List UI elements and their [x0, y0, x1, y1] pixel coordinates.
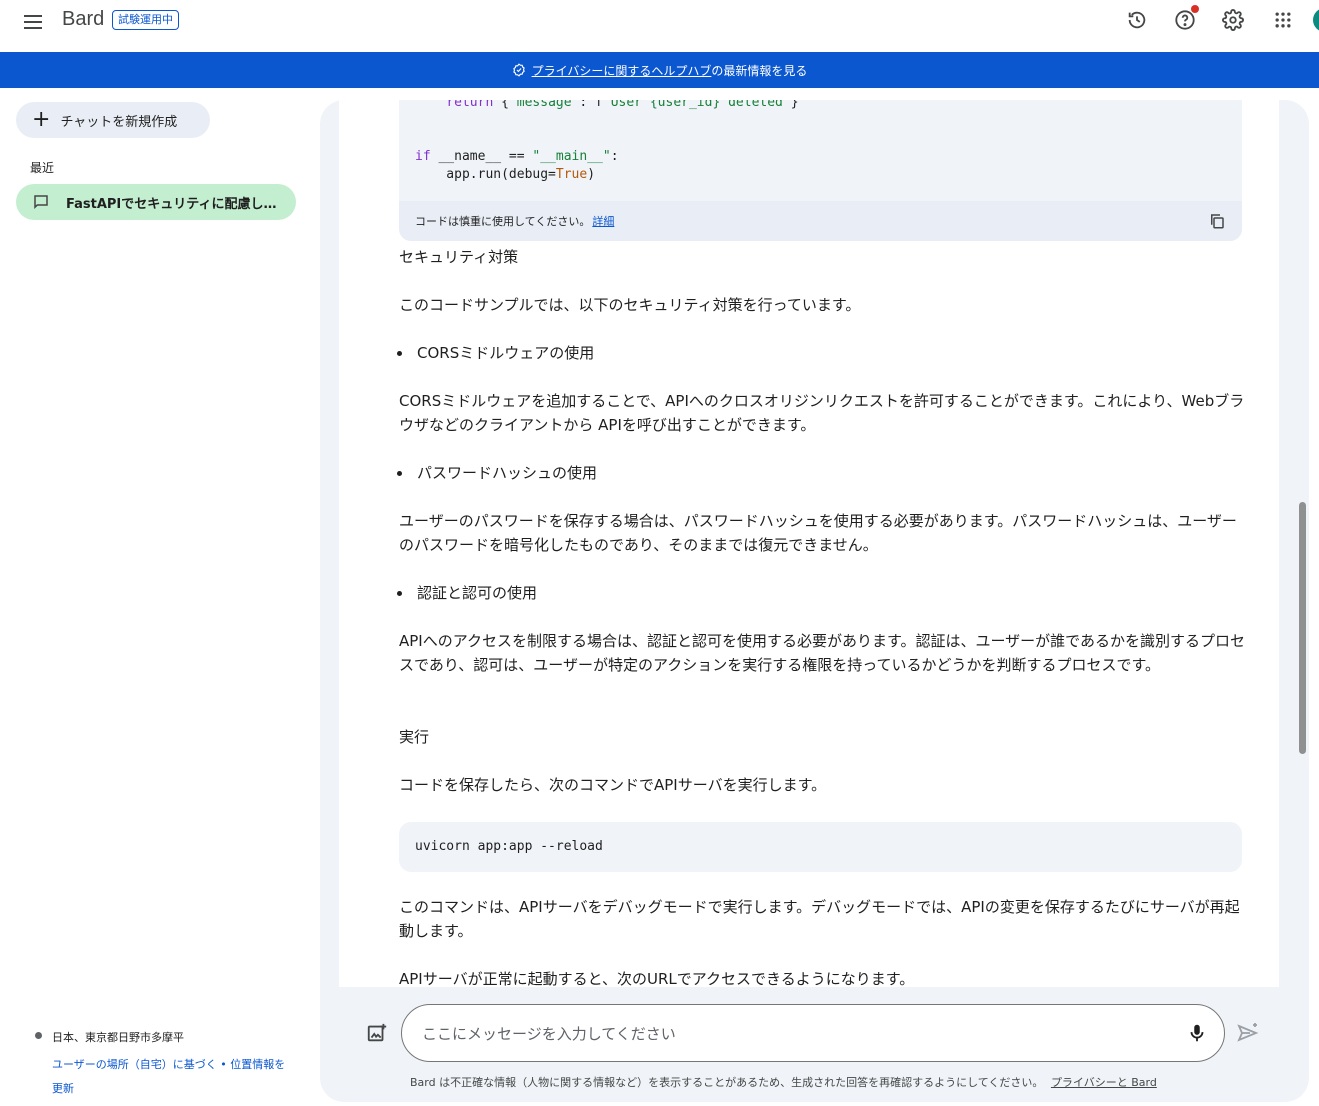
- new-chat-button[interactable]: + チャットを新規作成: [16, 102, 210, 138]
- main-menu-button[interactable]: [24, 10, 48, 34]
- notification-dot: [1191, 5, 1199, 13]
- check-badge-icon: [512, 63, 525, 77]
- privacy-bard-link[interactable]: プライバシーと Bard: [1051, 1076, 1157, 1089]
- privacy-hub-link[interactable]: プライバシーに関するヘルプハブ: [532, 62, 712, 79]
- top-app-bar: Bard 試験運用中: [0, 0, 1319, 52]
- account-avatar[interactable]: [1313, 8, 1319, 32]
- plus-icon: +: [32, 107, 51, 132]
- location-dot-icon: [35, 1032, 42, 1039]
- help-button[interactable]: [1173, 5, 1199, 32]
- message-input-container: [401, 1004, 1225, 1062]
- image-upload-icon[interactable]: [366, 1022, 388, 1044]
- chat-bubble-icon: [34, 195, 48, 210]
- settings-button[interactable]: [1221, 8, 1245, 32]
- brand-logo[interactable]: Bard: [62, 8, 104, 31]
- copy-icon[interactable]: [1208, 212, 1226, 230]
- new-chat-label: チャットを新規作成: [60, 114, 178, 130]
- code-footer: コードは慎重に使用してください。 詳細: [399, 201, 1242, 241]
- recent-chat-item[interactable]: FastAPIでセキュリティに配慮したAPI: [16, 184, 296, 220]
- bullet-auth: 認証と認可の使用: [396, 581, 537, 605]
- paragraph-password-hash: ユーザーのパスワードを保存する場合は、パスワードハッシュを使用する必要があります…: [399, 512, 1237, 554]
- code-caution-text: コードは慎重に使用してください。: [415, 215, 591, 228]
- bullet-cors: CORSミドルウェアの使用: [396, 341, 594, 365]
- paragraph-intro: このコードサンプルでは、以下のセキュリティ対策を行っています。: [399, 296, 861, 314]
- paragraph-debug-mode: このコマンドは、APIサーバをデバッグモードで実行します。デバッグモードでは、A…: [399, 898, 1240, 940]
- code-content: return {"message": f"User {user_id} dele…: [415, 100, 799, 182]
- run-command-code: uvicorn app:app --reload: [415, 839, 603, 854]
- menu-icon: [24, 15, 42, 17]
- bullet-password-hash: パスワードハッシュの使用: [396, 461, 597, 485]
- update-location-link[interactable]: ユーザーの場所（自宅）に基づく • 位置情報を更新: [52, 1053, 292, 1101]
- recent-heading: 最近: [30, 161, 55, 175]
- history-icon: [1128, 11, 1146, 29]
- paragraph-run-intro: コードを保存したら、次のコマンドでAPIサーバを実行します。: [399, 776, 827, 794]
- section-heading-run: 実行: [399, 728, 430, 746]
- paragraph-cors: CORSミドルウェアを追加することで、APIへのクロスオリジンリクエストを許可す…: [399, 392, 1245, 434]
- apps-grid-icon: [1275, 12, 1291, 28]
- paragraph-auth: APIへのアクセスを制限する場合は、認証と認可を使用する必要があります。認証は、…: [399, 632, 1246, 674]
- message-input[interactable]: [422, 1017, 1162, 1051]
- disclaimer-text: Bard は不正確な情報（人物に関する情報など）を表示することがあるため、生成さ…: [410, 1076, 1044, 1089]
- code-block-python: return {"message": f"User {user_id} dele…: [399, 100, 1242, 241]
- experiment-badge: 試験運用中: [112, 10, 179, 30]
- banner-text: の最新情報を見る: [711, 63, 808, 78]
- microphone-icon[interactable]: [1186, 1022, 1208, 1044]
- scrollbar-thumb[interactable]: [1299, 502, 1306, 754]
- section-heading-security: セキュリティ対策: [399, 248, 519, 266]
- privacy-banner: プライバシーに関するヘルプハブ の最新情報を見る: [0, 52, 1319, 88]
- code-details-link[interactable]: 詳細: [592, 213, 614, 229]
- apps-button[interactable]: [1271, 8, 1295, 32]
- conversation-scroll-area[interactable]: return {"message": f"User {user_id} dele…: [339, 100, 1279, 987]
- gear-icon: [1222, 9, 1244, 31]
- send-icon[interactable]: [1236, 1021, 1260, 1045]
- code-block-command: uvicorn app:app --reload: [399, 822, 1242, 872]
- footer-disclaimer: Bard は不正確な情報（人物に関する情報など）を表示することがあるため、生成さ…: [410, 1074, 1157, 1090]
- paragraph-url-access: APIサーバが正常に起動すると、次のURLでアクセスできるようになります。: [399, 970, 915, 987]
- recent-chat-label: FastAPIでセキュリティに配慮したAPI: [66, 196, 286, 212]
- main-panel: return {"message": f"User {user_id} dele…: [320, 100, 1309, 1102]
- location-text: 日本、東京都日野市多摩平: [52, 1031, 184, 1044]
- history-button[interactable]: [1125, 8, 1149, 32]
